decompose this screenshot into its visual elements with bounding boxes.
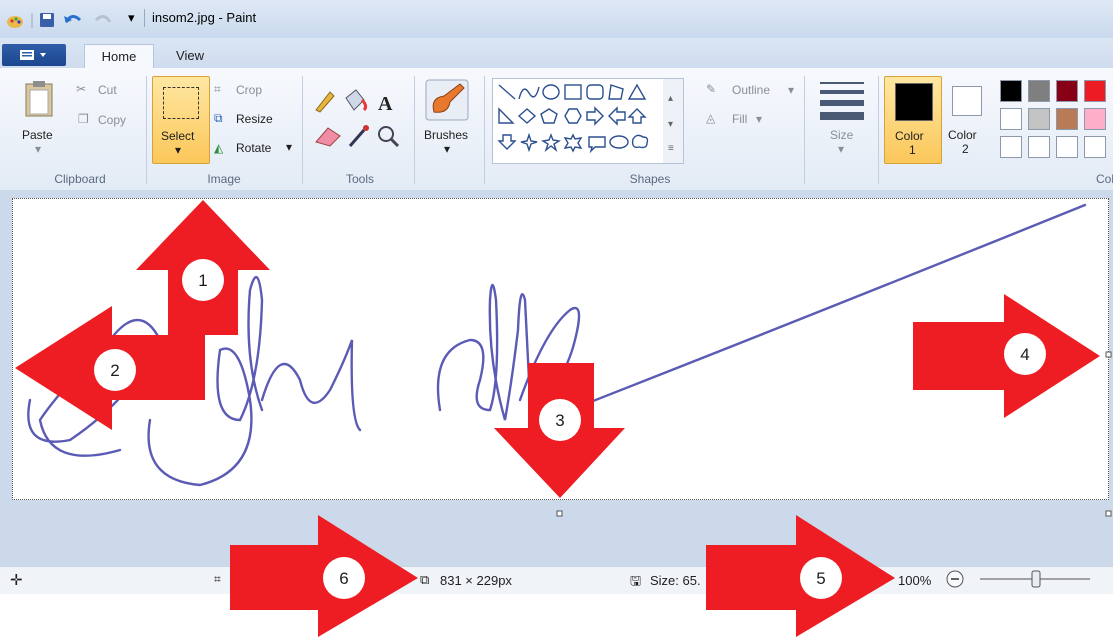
annotation-label-5: 5 xyxy=(816,569,825,588)
annotation-label-3: 3 xyxy=(555,411,564,430)
annotation-label-4: 4 xyxy=(1020,345,1029,364)
annotation-label-1: 1 xyxy=(198,271,207,290)
annotation-label-2: 2 xyxy=(110,361,119,380)
annotation-label-6: 6 xyxy=(339,569,348,588)
annotation-overlay: 1 2 3 4 5 6 xyxy=(15,200,1100,637)
